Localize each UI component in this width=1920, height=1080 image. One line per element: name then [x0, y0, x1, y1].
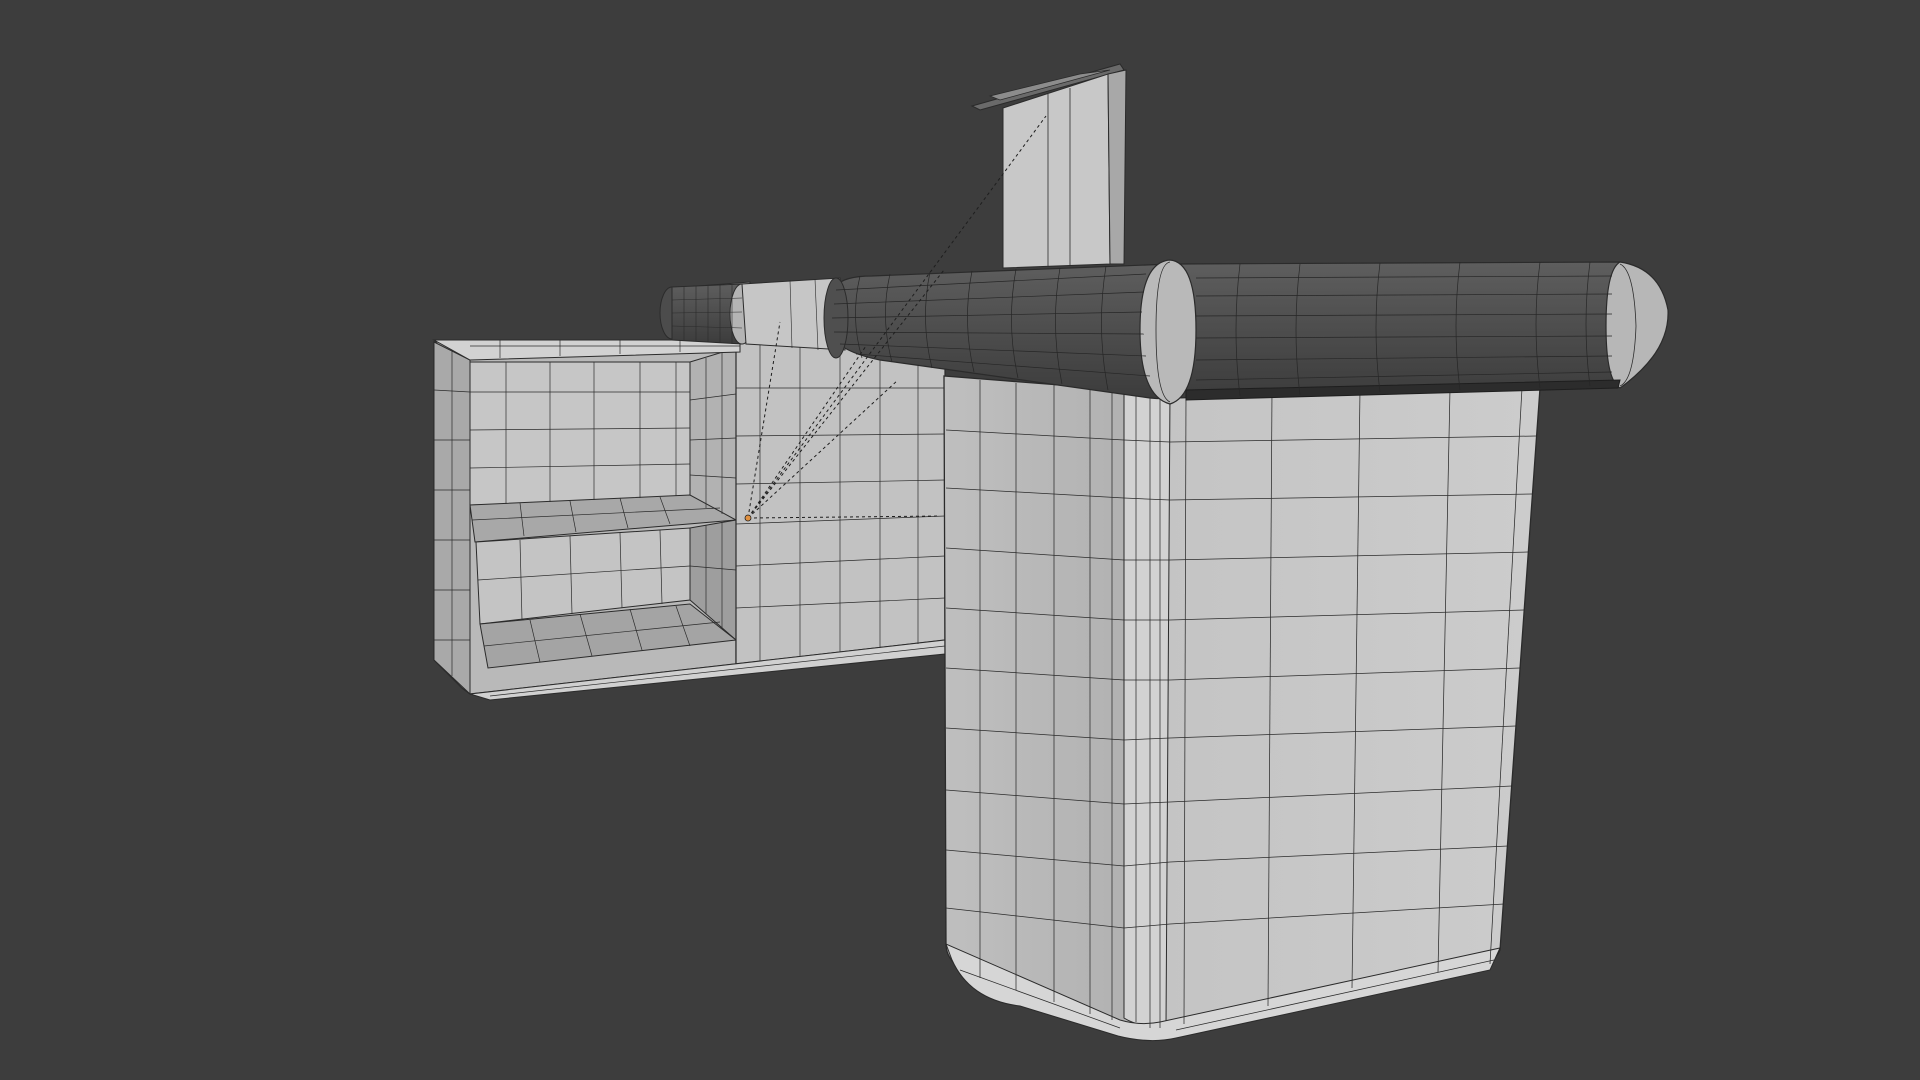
- front-pedestal-left-face: [943, 375, 1151, 1028]
- left-cabinet-front-right: [735, 341, 946, 665]
- countertop-bumper-right-cap: [1605, 261, 1669, 389]
- countertop-bumper-tube-right: [1175, 261, 1621, 399]
- front-pedestal-front-face: [1149, 387, 1541, 1031]
- front-pedestal[interactable]: [943, 375, 1541, 1042]
- left-cabinet[interactable]: [432, 339, 946, 701]
- sign-post-side: [1107, 69, 1127, 265]
- front-pedestal-corner: [1123, 387, 1171, 1027]
- sign-post[interactable]: [970, 63, 1127, 269]
- sign-post-front: [1002, 73, 1111, 269]
- back-bumper[interactable]: [659, 277, 846, 351]
- left-cabinet-inner-right: [689, 347, 737, 521]
- left-cabinet-inner-back: [469, 361, 691, 506]
- 3d-viewport[interactable]: [0, 0, 1920, 1080]
- countertop-bumper-joint-cap: [1139, 259, 1197, 405]
- viewport-scene[interactable]: [0, 0, 1920, 1080]
- object-origin-icon[interactable]: [744, 514, 752, 522]
